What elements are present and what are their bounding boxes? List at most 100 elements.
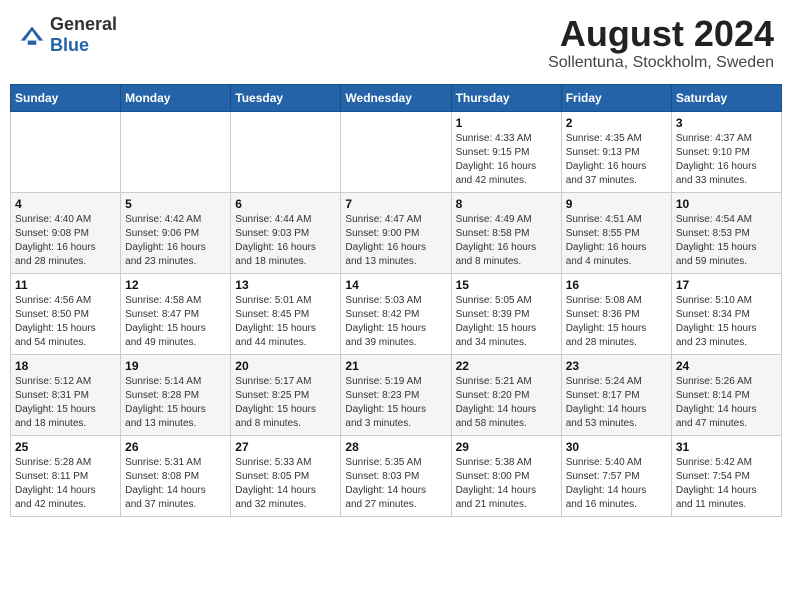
calendar-cell: 19 Sunrise: 5:14 AM Sunset: 8:28 PM Dayli… [121,354,231,435]
day-info: Sunrise: 4:42 AM Sunset: 9:06 PM Dayligh… [125,213,226,269]
calendar-cell: 29Sunrise: 5:38 AM Sunset: 8:00 PM Dayli… [451,435,561,516]
calendar-week-1: 1 Sunrise: 4:33 AM Sunset: 9:15 PM Daylig… [11,111,782,192]
day-info: Sunrise: 5:28 AM Sunset: 8:11 PM Dayligh… [15,456,116,512]
calendar-cell: 4 Sunrise: 4:40 AM Sunset: 9:08 PM Daylig… [11,192,121,273]
day-number: 13 [235,278,336,292]
calendar-cell: 5Sunrise: 4:42 AM Sunset: 9:06 PM Daylig… [121,192,231,273]
title-block: August 2024 Sollentuna, Stockholm, Swede… [548,14,774,72]
logo: General Blue [18,14,117,56]
calendar-cell: 6 Sunrise: 4:44 AM Sunset: 9:03 PM Daylig… [231,192,341,273]
day-number: 23 [566,359,667,373]
calendar-cell: 31Sunrise: 5:42 AM Sunset: 7:54 PM Dayli… [671,435,781,516]
calendar-cell: 12 Sunrise: 4:58 AM Sunset: 8:47 PM Dayli… [121,273,231,354]
day-number: 18 [15,359,116,373]
calendar-week-3: 11Sunrise: 4:56 AM Sunset: 8:50 PM Dayli… [11,273,782,354]
calendar-cell: 3 Sunrise: 4:37 AM Sunset: 9:10 PM Daylig… [671,111,781,192]
day-number: 15 [456,278,557,292]
calendar-cell: 23 Sunrise: 5:24 AM Sunset: 8:17 PM Dayli… [561,354,671,435]
location-title: Sollentuna, Stockholm, Sweden [548,54,774,72]
calendar-cell: 22 Sunrise: 5:21 AM Sunset: 8:20 PM Dayli… [451,354,561,435]
calendar-cell: 26 Sunrise: 5:31 AM Sunset: 8:08 PM Dayli… [121,435,231,516]
day-number: 21 [345,359,446,373]
day-number: 1 [456,116,557,130]
page-header: General Blue August 2024 Sollentuna, Sto… [10,10,782,76]
day-number: 28 [345,440,446,454]
calendar-cell: 10 Sunrise: 4:54 AM Sunset: 8:53 PM Dayli… [671,192,781,273]
day-info: Sunrise: 4:51 AM Sunset: 8:55 PM Dayligh… [566,213,667,269]
calendar-cell: 18Sunrise: 5:12 AM Sunset: 8:31 PM Dayli… [11,354,121,435]
calendar-cell: 11Sunrise: 4:56 AM Sunset: 8:50 PM Dayli… [11,273,121,354]
day-info: Sunrise: 5:35 AM Sunset: 8:03 PM Dayligh… [345,456,446,512]
day-info: Sunrise: 5:31 AM Sunset: 8:08 PM Dayligh… [125,456,226,512]
day-header-friday: Friday [561,84,671,111]
calendar-cell: 20Sunrise: 5:17 AM Sunset: 8:25 PM Dayli… [231,354,341,435]
day-info: Sunrise: 4:37 AM Sunset: 9:10 PM Dayligh… [676,132,777,188]
day-info: Sunrise: 5:14 AM Sunset: 8:28 PM Dayligh… [125,375,226,431]
day-info: Sunrise: 5:05 AM Sunset: 8:39 PM Dayligh… [456,294,557,350]
day-number: 16 [566,278,667,292]
day-number: 12 [125,278,226,292]
calendar-week-2: 4 Sunrise: 4:40 AM Sunset: 9:08 PM Daylig… [11,192,782,273]
calendar-cell [341,111,451,192]
day-info: Sunrise: 5:40 AM Sunset: 7:57 PM Dayligh… [566,456,667,512]
day-info: Sunrise: 4:40 AM Sunset: 9:08 PM Dayligh… [15,213,116,269]
calendar-cell: 16 Sunrise: 5:08 AM Sunset: 8:36 PM Dayli… [561,273,671,354]
day-info: Sunrise: 5:21 AM Sunset: 8:20 PM Dayligh… [456,375,557,431]
day-number: 24 [676,359,777,373]
day-number: 25 [15,440,116,454]
calendar-cell: 7 Sunrise: 4:47 AM Sunset: 9:00 PM Daylig… [341,192,451,273]
day-number: 6 [235,197,336,211]
day-number: 7 [345,197,446,211]
day-info: Sunrise: 4:44 AM Sunset: 9:03 PM Dayligh… [235,213,336,269]
day-header-monday: Monday [121,84,231,111]
day-header-saturday: Saturday [671,84,781,111]
calendar-cell: 25 Sunrise: 5:28 AM Sunset: 8:11 PM Dayli… [11,435,121,516]
calendar-header: SundayMondayTuesdayWednesdayThursdayFrid… [11,84,782,111]
day-number: 2 [566,116,667,130]
day-header-thursday: Thursday [451,84,561,111]
logo-general-text: General [50,14,117,34]
calendar-week-5: 25 Sunrise: 5:28 AM Sunset: 8:11 PM Dayli… [11,435,782,516]
day-number: 8 [456,197,557,211]
day-number: 9 [566,197,667,211]
day-info: Sunrise: 5:01 AM Sunset: 8:45 PM Dayligh… [235,294,336,350]
day-info: Sunrise: 5:24 AM Sunset: 8:17 PM Dayligh… [566,375,667,431]
day-number: 30 [566,440,667,454]
day-info: Sunrise: 4:47 AM Sunset: 9:00 PM Dayligh… [345,213,446,269]
day-info: Sunrise: 4:35 AM Sunset: 9:13 PM Dayligh… [566,132,667,188]
calendar-cell: 24 Sunrise: 5:26 AM Sunset: 8:14 PM Dayli… [671,354,781,435]
day-info: Sunrise: 4:58 AM Sunset: 8:47 PM Dayligh… [125,294,226,350]
calendar-cell: 27Sunrise: 5:33 AM Sunset: 8:05 PM Dayli… [231,435,341,516]
day-number: 10 [676,197,777,211]
calendar-cell: 13 Sunrise: 5:01 AM Sunset: 8:45 PM Dayli… [231,273,341,354]
day-number: 20 [235,359,336,373]
calendar-cell [11,111,121,192]
calendar-cell: 21Sunrise: 5:19 AM Sunset: 8:23 PM Dayli… [341,354,451,435]
calendar-cell: 1 Sunrise: 4:33 AM Sunset: 9:15 PM Daylig… [451,111,561,192]
day-header-tuesday: Tuesday [231,84,341,111]
calendar-cell: 9 Sunrise: 4:51 AM Sunset: 8:55 PM Daylig… [561,192,671,273]
calendar-cell [121,111,231,192]
day-number: 19 [125,359,226,373]
day-number: 4 [15,197,116,211]
day-info: Sunrise: 4:54 AM Sunset: 8:53 PM Dayligh… [676,213,777,269]
day-number: 22 [456,359,557,373]
day-number: 17 [676,278,777,292]
day-number: 26 [125,440,226,454]
day-info: Sunrise: 5:08 AM Sunset: 8:36 PM Dayligh… [566,294,667,350]
calendar-cell: 14Sunrise: 5:03 AM Sunset: 8:42 PM Dayli… [341,273,451,354]
calendar-cell: 28 Sunrise: 5:35 AM Sunset: 8:03 PM Dayli… [341,435,451,516]
day-info: Sunrise: 5:26 AM Sunset: 8:14 PM Dayligh… [676,375,777,431]
day-info: Sunrise: 4:33 AM Sunset: 9:15 PM Dayligh… [456,132,557,188]
day-number: 11 [15,278,116,292]
calendar-table: SundayMondayTuesdayWednesdayThursdayFrid… [10,84,782,517]
day-info: Sunrise: 4:49 AM Sunset: 8:58 PM Dayligh… [456,213,557,269]
calendar-cell [231,111,341,192]
day-header-wednesday: Wednesday [341,84,451,111]
calendar-cell: 8 Sunrise: 4:49 AM Sunset: 8:58 PM Daylig… [451,192,561,273]
day-info: Sunrise: 5:38 AM Sunset: 8:00 PM Dayligh… [456,456,557,512]
day-info: Sunrise: 5:33 AM Sunset: 8:05 PM Dayligh… [235,456,336,512]
calendar-week-4: 18Sunrise: 5:12 AM Sunset: 8:31 PM Dayli… [11,354,782,435]
day-number: 3 [676,116,777,130]
calendar-cell: 2 Sunrise: 4:35 AM Sunset: 9:13 PM Daylig… [561,111,671,192]
